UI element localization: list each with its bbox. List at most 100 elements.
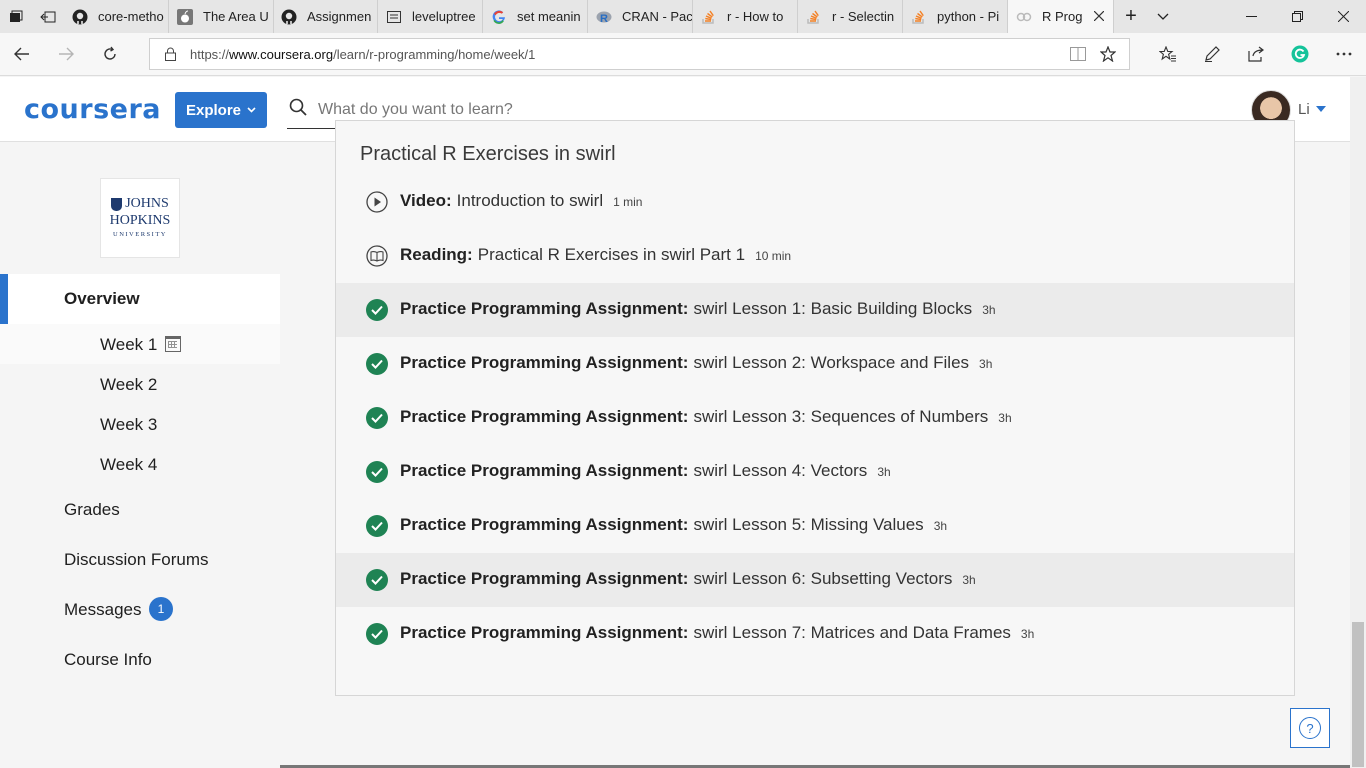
set-aside-tabs-icon[interactable] — [32, 0, 64, 33]
browser-tab[interactable]: python - Pi — [903, 0, 1008, 33]
lesson-item[interactable]: Practice Programming Assignment: swirl Le… — [336, 337, 1294, 391]
favorite-star-icon[interactable] — [1092, 39, 1124, 69]
lesson-item[interactable]: Practice Programming Assignment: swirl Le… — [336, 553, 1294, 607]
lesson-title: swirl Lesson 6: Subsetting Vectors — [693, 569, 953, 588]
check-circle-icon — [366, 623, 388, 645]
caret-down-icon[interactable] — [1316, 104, 1326, 115]
sidebar-item-overview[interactable]: Overview — [0, 274, 280, 324]
sidebar-item-discussion-forums[interactable]: Discussion Forums — [64, 550, 209, 570]
pen-notes-icon[interactable] — [1192, 39, 1232, 69]
sidebar-item-week-1[interactable]: Week 1 — [0, 324, 280, 364]
lesson-kind: Practice Programming Assignment: — [400, 515, 689, 534]
search-input[interactable] — [318, 100, 568, 119]
sidebar-item-week-3[interactable]: Week 3 — [0, 404, 280, 444]
browser-tab[interactable]: R Prog — [1008, 0, 1114, 33]
svg-text:R: R — [600, 13, 608, 25]
search-icon[interactable] — [289, 98, 309, 121]
tab-title: R Prog — [1042, 9, 1083, 24]
browser-tab[interactable]: r - Selectin — [798, 0, 903, 33]
lesson-item-text[interactable]: Practice Programming Assignment: swirl Le… — [400, 353, 992, 373]
lesson-item[interactable]: Practice Programming Assignment: swirl Le… — [336, 499, 1294, 553]
lesson-item[interactable]: Practice Programming Assignment: swirl Le… — [336, 445, 1294, 499]
explore-button[interactable]: Explore — [175, 92, 267, 128]
forward-icon[interactable] — [50, 39, 82, 69]
lesson-item[interactable]: Reading: Practical R Exercises in swirl P… — [336, 229, 1294, 283]
lesson-duration: 3h — [877, 465, 891, 479]
lesson-item[interactable]: Practice Programming Assignment: swirl Le… — [336, 391, 1294, 445]
favorites-hub-icon[interactable] — [1148, 39, 1188, 69]
lesson-item-text[interactable]: Practice Programming Assignment: swirl Le… — [400, 299, 996, 319]
lesson-item-text[interactable]: Practice Programming Assignment: swirl Le… — [400, 569, 976, 589]
question-icon: ? — [1299, 717, 1321, 739]
sidebar-item-grades[interactable]: Grades — [64, 500, 120, 520]
lesson-title: swirl Lesson 4: Vectors — [693, 461, 868, 480]
check-circle-icon — [366, 353, 388, 375]
refresh-icon[interactable] — [94, 39, 126, 69]
sidebar-item-label: Week 4 — [100, 455, 158, 474]
lesson-duration: 10 min — [755, 249, 792, 263]
sidebar-item-label: Week 1 — [100, 335, 158, 354]
browser-tab-bar: core-metho The Area U Assignmen leveluptree… — [0, 0, 1366, 33]
tab-title: r - How to — [727, 9, 784, 24]
lesson-kind: Practice Programming Assignment: — [400, 353, 689, 372]
sidebar-item-week-4[interactable]: Week 4 — [0, 444, 280, 484]
lesson-item-text[interactable]: Reading: Practical R Exercises in swirl P… — [400, 245, 791, 265]
lesson-item-text[interactable]: Practice Programming Assignment: swirl Le… — [400, 515, 947, 535]
stackoverflow-icon — [806, 9, 822, 25]
tab-title: leveluptree — [412, 9, 476, 24]
user-name[interactable]: Li — [1298, 101, 1310, 118]
lesson-item-text[interactable]: Practice Programming Assignment: swirl Le… — [400, 461, 891, 481]
lesson-item[interactable]: Practice Programming Assignment: swirl Le… — [336, 283, 1294, 337]
sidebar-item-course-info[interactable]: Course Info — [64, 650, 152, 670]
browser-tab[interactable]: Assignmen — [273, 0, 378, 33]
tab-title: set meanin — [517, 9, 581, 24]
close-tab-icon[interactable] — [1091, 8, 1107, 24]
book-icon — [366, 245, 388, 267]
restore-icon[interactable] — [1274, 0, 1320, 33]
lesson-kind: Practice Programming Assignment: — [400, 461, 689, 480]
browser-tab[interactable]: r - How to — [693, 0, 798, 33]
sidebar-item-messages[interactable]: Messages — [64, 600, 141, 620]
tab-title: Assignmen — [307, 9, 372, 24]
lesson-duration: 3h — [998, 411, 1012, 425]
browser-tab[interactable]: The Area U — [169, 0, 274, 33]
lesson-item-text[interactable]: Practice Programming Assignment: swirl Le… — [400, 623, 1034, 643]
back-icon[interactable] — [6, 39, 38, 69]
course-sidebar: JOHNS HOPKINS UNIVERSITY Overview Week 1… — [0, 143, 280, 768]
scrollbar-thumb[interactable] — [1352, 622, 1364, 767]
lesson-item-text[interactable]: Practice Programming Assignment: swirl Le… — [400, 407, 1012, 427]
chevron-down-icon — [247, 105, 256, 116]
new-tab-icon[interactable]: + — [1114, 0, 1148, 33]
minimize-icon[interactable] — [1228, 0, 1274, 33]
page-icon — [386, 9, 402, 25]
url-field[interactable]: https://www.coursera.org/learn/r-program… — [149, 38, 1130, 70]
university-logo: JOHNS HOPKINS UNIVERSITY — [100, 178, 180, 258]
lesson-item-text[interactable]: Video: Introduction to swirl 1 min — [400, 191, 642, 211]
page-scrollbar[interactable] — [1350, 77, 1366, 768]
coursera-logo[interactable]: coursera — [24, 94, 161, 125]
browser-tab[interactable]: R CRAN - Pac — [588, 0, 693, 33]
close-window-icon[interactable] — [1320, 0, 1366, 33]
browser-tab[interactable]: leveluptree — [378, 0, 483, 33]
tab-actions-icon[interactable] — [0, 0, 32, 33]
more-menu-icon[interactable] — [1324, 39, 1364, 69]
lesson-kind: Practice Programming Assignment: — [400, 623, 689, 642]
active-indicator — [0, 274, 8, 324]
play-icon — [366, 191, 388, 213]
github-icon — [281, 9, 297, 25]
tab-list-chevron-icon[interactable] — [1148, 0, 1178, 33]
reading-view-icon[interactable] — [1062, 39, 1094, 69]
share-icon[interactable] — [1236, 39, 1276, 69]
browser-tab[interactable]: set meanin — [483, 0, 588, 33]
lesson-item[interactable]: Practice Programming Assignment: swirl Le… — [336, 607, 1294, 661]
lesson-title: Introduction to swirl — [456, 191, 604, 210]
sidebar-item-week-2[interactable]: Week 2 — [0, 364, 280, 404]
calendar-icon — [165, 336, 181, 352]
browser-tab[interactable]: core-metho — [64, 0, 169, 33]
grammarly-extension-icon[interactable] — [1280, 39, 1320, 69]
help-button[interactable]: ? — [1290, 708, 1330, 748]
browser-address-bar: https://www.coursera.org/learn/r-program… — [0, 33, 1366, 76]
sidebar-item-label: Overview — [64, 289, 140, 308]
lesson-item[interactable]: Video: Introduction to swirl 1 min — [336, 175, 1294, 229]
lesson-title: swirl Lesson 2: Workspace and Files — [693, 353, 970, 372]
